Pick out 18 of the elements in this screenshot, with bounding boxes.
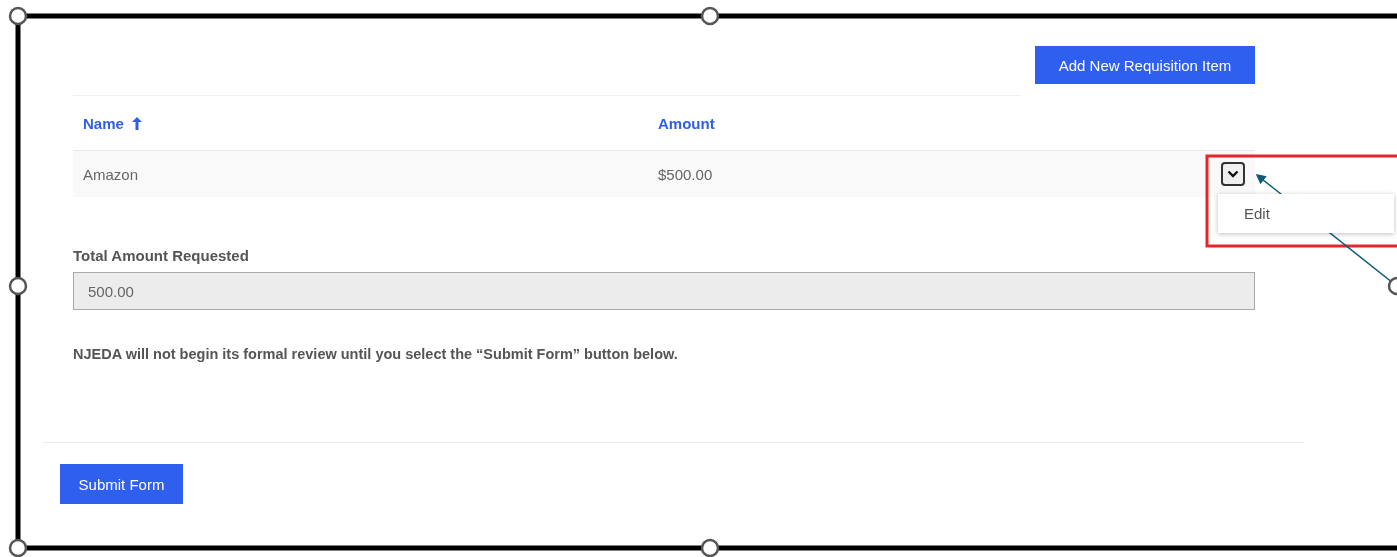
resize-handle[interactable] xyxy=(700,538,720,557)
chevron-down-icon xyxy=(1227,170,1239,178)
menu-item[interactable]: Edit xyxy=(1218,202,1394,225)
row-menu-button[interactable] xyxy=(1221,162,1245,186)
submit-form-button[interactable]: Submit Form xyxy=(60,464,183,504)
resize-handle[interactable] xyxy=(8,276,28,296)
column-header[interactable]: Name xyxy=(73,114,648,132)
column-header[interactable]: Amount xyxy=(648,114,1178,132)
table-cell-text: $500.00 xyxy=(657,165,714,183)
add-requisition-item-button[interactable]: Add New Requisition Item xyxy=(1035,46,1255,84)
resize-handle[interactable] xyxy=(8,538,28,557)
resize-handle[interactable] xyxy=(8,6,28,26)
notice-text: NJEDA will not begin its formal review until you select the “Submit Form” button below. xyxy=(73,346,679,362)
total-amount-field[interactable]: 500.00 xyxy=(73,272,1255,310)
resize-handle[interactable] xyxy=(700,6,720,26)
resize-handle[interactable] xyxy=(1387,276,1397,296)
table-cell-text: Amazon xyxy=(82,165,140,183)
field-label: Total Amount Requested xyxy=(73,247,250,264)
